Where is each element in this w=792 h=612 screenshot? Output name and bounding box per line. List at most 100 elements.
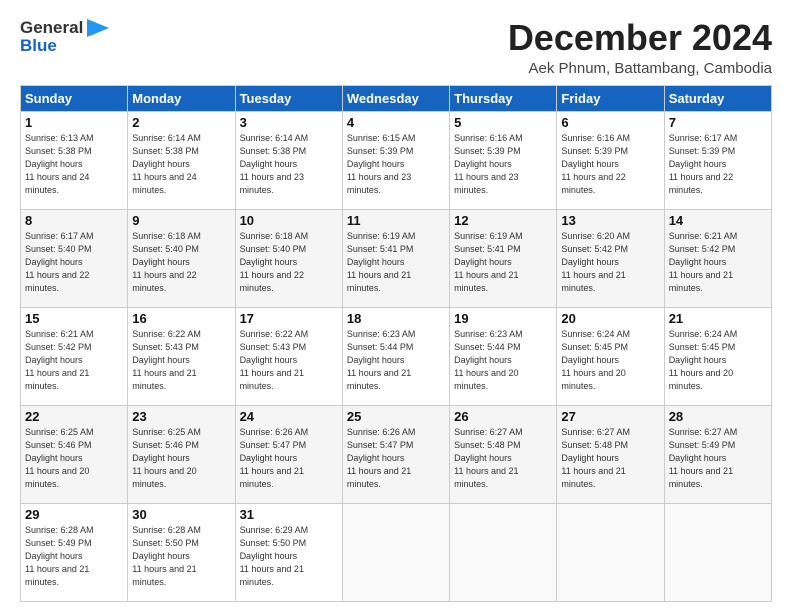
day-number: 12 [454, 213, 552, 228]
logo: General Blue [20, 18, 109, 56]
calendar-week-5: 29 Sunrise: 6:28 AMSunset: 5:49 PMDayligh… [21, 503, 772, 601]
calendar-page: General Blue December 2024 Aek Phnum, Ba… [0, 0, 792, 612]
calendar-cell: 16 Sunrise: 6:22 AMSunset: 5:43 PMDayligh… [128, 307, 235, 405]
day-number: 6 [561, 115, 659, 130]
calendar-cell [664, 503, 771, 601]
day-info: Sunrise: 6:16 AMSunset: 5:39 PMDaylight … [454, 132, 552, 197]
calendar-cell: 11 Sunrise: 6:19 AMSunset: 5:41 PMDayligh… [342, 209, 449, 307]
day-info: Sunrise: 6:13 AMSunset: 5:38 PMDaylight … [25, 132, 123, 197]
day-info: Sunrise: 6:22 AMSunset: 5:43 PMDaylight … [132, 328, 230, 393]
calendar-cell: 31 Sunrise: 6:29 AMSunset: 5:50 PMDayligh… [235, 503, 342, 601]
day-info: Sunrise: 6:25 AMSunset: 5:46 PMDaylight … [132, 426, 230, 491]
title-area: December 2024 Aek Phnum, Battambang, Cam… [508, 18, 772, 77]
logo-blue: Blue [20, 36, 57, 56]
calendar-cell [342, 503, 449, 601]
day-info: Sunrise: 6:17 AMSunset: 5:39 PMDaylight … [669, 132, 767, 197]
day-number: 30 [132, 507, 230, 522]
calendar-cell: 3 Sunrise: 6:14 AMSunset: 5:38 PMDaylight… [235, 111, 342, 209]
calendar-cell: 25Sunrise: 6:26 AMSunset: 5:47 PMDayligh… [342, 405, 449, 503]
day-info: Sunrise: 6:14 AMSunset: 5:38 PMDaylight … [240, 132, 338, 197]
day-info: Sunrise: 6:16 AMSunset: 5:39 PMDaylight … [561, 132, 659, 197]
day-number: 4 [347, 115, 445, 130]
calendar-cell: 1 Sunrise: 6:13 AMSunset: 5:38 PMDaylight… [21, 111, 128, 209]
calendar-cell: 21 Sunrise: 6:24 AMSunset: 5:45 PMDayligh… [664, 307, 771, 405]
day-info: Sunrise: 6:21 AMSunset: 5:42 PMDaylight … [669, 230, 767, 295]
calendar-cell: 8 Sunrise: 6:17 AMSunset: 5:40 PMDaylight… [21, 209, 128, 307]
day-number: 17 [240, 311, 338, 326]
calendar-cell: 22Sunrise: 6:25 AMSunset: 5:46 PMDayligh… [21, 405, 128, 503]
calendar-cell: 30Sunrise: 6:28 AMSunset: 5:50 PMDayligh… [128, 503, 235, 601]
calendar-cell: 20Sunrise: 6:24 AMSunset: 5:45 PMDayligh… [557, 307, 664, 405]
day-number: 22 [25, 409, 123, 424]
day-number: 31 [240, 507, 338, 522]
day-number: 16 [132, 311, 230, 326]
day-number: 24 [240, 409, 338, 424]
day-number: 15 [25, 311, 123, 326]
day-info: Sunrise: 6:20 AMSunset: 5:42 PMDaylight … [561, 230, 659, 295]
calendar-cell: 14Sunrise: 6:21 AMSunset: 5:42 PMDayligh… [664, 209, 771, 307]
calendar-cell [557, 503, 664, 601]
day-number: 29 [25, 507, 123, 522]
calendar-cell: 18Sunrise: 6:23 AMSunset: 5:44 PMDayligh… [342, 307, 449, 405]
day-info: Sunrise: 6:28 AMSunset: 5:49 PMDaylight … [25, 524, 123, 589]
header-day-sunday: Sunday [21, 85, 128, 111]
calendar-cell: 7 Sunrise: 6:17 AMSunset: 5:39 PMDaylight… [664, 111, 771, 209]
day-info: Sunrise: 6:18 AMSunset: 5:40 PMDaylight … [132, 230, 230, 295]
calendar-cell: 23Sunrise: 6:25 AMSunset: 5:46 PMDayligh… [128, 405, 235, 503]
day-number: 3 [240, 115, 338, 130]
calendar-cell: 12Sunrise: 6:19 AMSunset: 5:41 PMDayligh… [450, 209, 557, 307]
day-info: Sunrise: 6:27 AMSunset: 5:48 PMDaylight … [454, 426, 552, 491]
day-info: Sunrise: 6:19 AMSunset: 5:41 PMDaylight … [347, 230, 445, 295]
day-number: 19 [454, 311, 552, 326]
calendar-cell: 2 Sunrise: 6:14 AMSunset: 5:38 PMDaylight… [128, 111, 235, 209]
header-day-monday: Monday [128, 85, 235, 111]
day-number: 8 [25, 213, 123, 228]
day-number: 26 [454, 409, 552, 424]
day-number: 21 [669, 311, 767, 326]
day-number: 7 [669, 115, 767, 130]
day-info: Sunrise: 6:27 AMSunset: 5:48 PMDaylight … [561, 426, 659, 491]
day-number: 9 [132, 213, 230, 228]
day-info: Sunrise: 6:29 AMSunset: 5:50 PMDaylight … [240, 524, 338, 589]
header-day-wednesday: Wednesday [342, 85, 449, 111]
day-number: 27 [561, 409, 659, 424]
day-info: Sunrise: 6:17 AMSunset: 5:40 PMDaylight … [25, 230, 123, 295]
calendar-cell [450, 503, 557, 601]
calendar-cell: 17 Sunrise: 6:22 AMSunset: 5:43 PMDayligh… [235, 307, 342, 405]
calendar-cell: 28Sunrise: 6:27 AMSunset: 5:49 PMDayligh… [664, 405, 771, 503]
logo-general: General [20, 18, 83, 38]
calendar-cell: 29 Sunrise: 6:28 AMSunset: 5:49 PMDayligh… [21, 503, 128, 601]
calendar-week-3: 15 Sunrise: 6:21 AMSunset: 5:42 PMDayligh… [21, 307, 772, 405]
calendar-cell: 24 Sunrise: 6:26 AMSunset: 5:47 PMDayligh… [235, 405, 342, 503]
day-info: Sunrise: 6:22 AMSunset: 5:43 PMDaylight … [240, 328, 338, 393]
day-info: Sunrise: 6:26 AMSunset: 5:47 PMDaylight … [347, 426, 445, 491]
calendar-week-2: 8 Sunrise: 6:17 AMSunset: 5:40 PMDaylight… [21, 209, 772, 307]
calendar-cell: 4 Sunrise: 6:15 AMSunset: 5:39 PMDaylight… [342, 111, 449, 209]
day-number: 13 [561, 213, 659, 228]
header-day-tuesday: Tuesday [235, 85, 342, 111]
header-day-friday: Friday [557, 85, 664, 111]
day-info: Sunrise: 6:21 AMSunset: 5:42 PMDaylight … [25, 328, 123, 393]
day-info: Sunrise: 6:18 AMSunset: 5:40 PMDaylight … [240, 230, 338, 295]
calendar-table: SundayMondayTuesdayWednesdayThursdayFrid… [20, 85, 772, 602]
calendar-cell: 27 Sunrise: 6:27 AMSunset: 5:48 PMDayligh… [557, 405, 664, 503]
logo-arrow-icon [87, 19, 109, 37]
day-number: 2 [132, 115, 230, 130]
calendar-cell: 5 Sunrise: 6:16 AMSunset: 5:39 PMDaylight… [450, 111, 557, 209]
calendar-cell: 19 Sunrise: 6:23 AMSunset: 5:44 PMDayligh… [450, 307, 557, 405]
header-day-saturday: Saturday [664, 85, 771, 111]
day-info: Sunrise: 6:24 AMSunset: 5:45 PMDaylight … [669, 328, 767, 393]
day-number: 5 [454, 115, 552, 130]
day-info: Sunrise: 6:24 AMSunset: 5:45 PMDaylight … [561, 328, 659, 393]
header-day-thursday: Thursday [450, 85, 557, 111]
calendar-body: 1 Sunrise: 6:13 AMSunset: 5:38 PMDaylight… [21, 111, 772, 601]
calendar-header-row: SundayMondayTuesdayWednesdayThursdayFrid… [21, 85, 772, 111]
location: Aek Phnum, Battambang, Cambodia [508, 60, 772, 77]
day-number: 1 [25, 115, 123, 130]
day-info: Sunrise: 6:26 AMSunset: 5:47 PMDaylight … [240, 426, 338, 491]
day-info: Sunrise: 6:15 AMSunset: 5:39 PMDaylight … [347, 132, 445, 197]
day-info: Sunrise: 6:27 AMSunset: 5:49 PMDaylight … [669, 426, 767, 491]
day-number: 11 [347, 213, 445, 228]
day-info: Sunrise: 6:23 AMSunset: 5:44 PMDaylight … [454, 328, 552, 393]
day-info: Sunrise: 6:14 AMSunset: 5:38 PMDaylight … [132, 132, 230, 197]
